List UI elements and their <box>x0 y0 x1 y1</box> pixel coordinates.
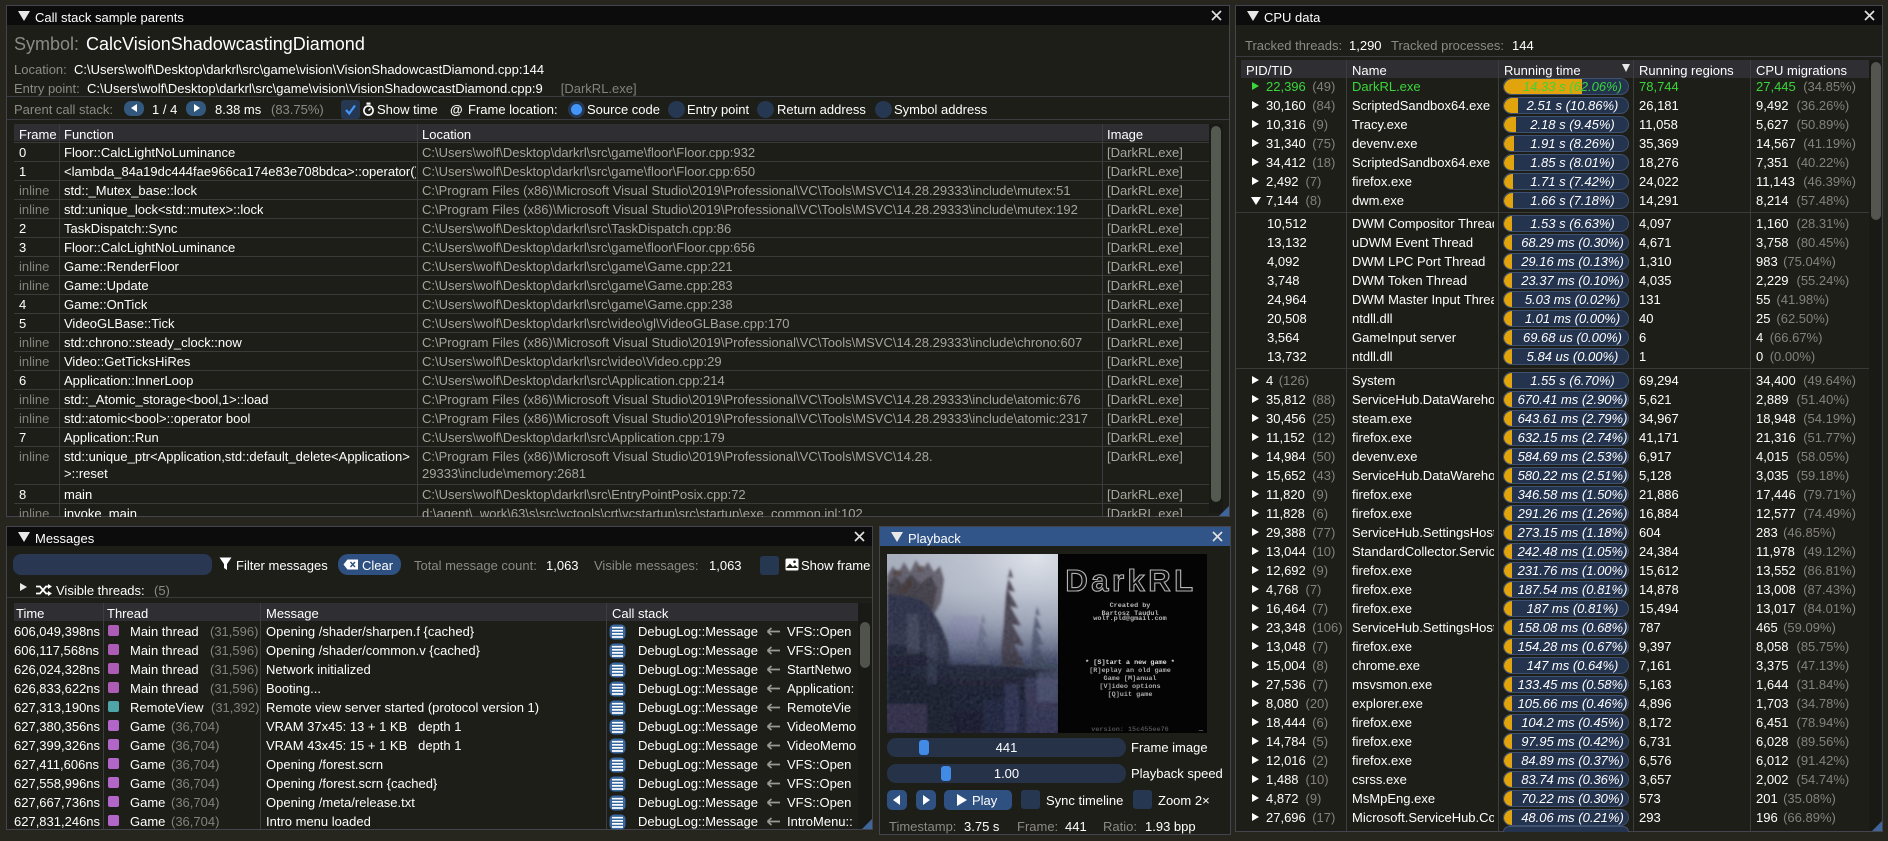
svg-text:[R]eplay an old game: [R]eplay an old game <box>1089 667 1171 675</box>
svg-text:_: _ <box>1198 725 1204 733</box>
svg-text:Game [M]anual: Game [M]anual <box>1103 675 1156 683</box>
svg-text:DarkRL: DarkRL <box>1065 563 1196 598</box>
svg-text:Created by: Created by <box>1110 602 1151 610</box>
svg-text:wolf.pld@gmail.com: wolf.pld@gmail.com <box>1093 615 1166 623</box>
svg-text:[V]ideo options: [V]ideo options <box>1099 683 1160 691</box>
svg-text:* [S]tart a new game *: * [S]tart a new game * <box>1085 659 1175 667</box>
svg-text:version: 15c455ee76: version: 15c455ee76 <box>1091 726 1169 733</box>
svg-text:[Q]uit game: [Q]uit game <box>1108 691 1153 699</box>
